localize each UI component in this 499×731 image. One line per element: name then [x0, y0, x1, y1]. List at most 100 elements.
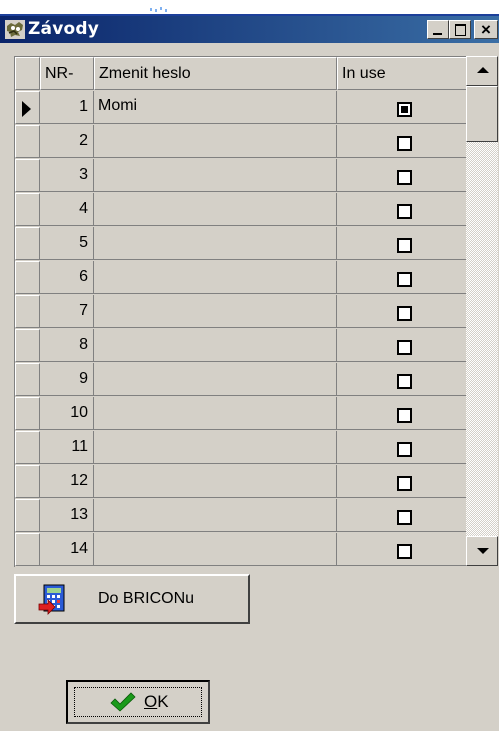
in-use-checkbox[interactable] — [397, 238, 412, 253]
in-use-checkbox[interactable] — [397, 204, 412, 219]
cell-name[interactable]: Momi — [94, 91, 337, 124]
data-grid[interactable]: NR- Zmenit heslo In use 1 Momi 2 3 4 5 6 7 8 9 10 1… — [14, 56, 467, 567]
in-use-checkbox[interactable] — [397, 442, 412, 457]
cell-nr-value: 2 — [79, 132, 88, 149]
cell-name[interactable] — [94, 431, 337, 464]
ok-focus-rect — [74, 687, 202, 717]
scroll-thumb[interactable] — [466, 86, 498, 142]
table-row[interactable]: 12 — [15, 465, 467, 499]
table-row[interactable]: 7 — [15, 295, 467, 329]
do-briconu-button[interactable]: Do BRICONu — [14, 574, 250, 624]
cell-nr[interactable]: 5 — [40, 227, 94, 260]
in-use-checkbox[interactable] — [397, 510, 412, 525]
cell-name[interactable] — [94, 193, 337, 226]
table-row[interactable]: 3 — [15, 159, 467, 193]
in-use-checkbox[interactable] — [397, 102, 412, 117]
cell-nr[interactable]: 9 — [40, 363, 94, 396]
table-row[interactable]: 2 — [15, 125, 467, 159]
cell-in-use — [337, 295, 467, 328]
cell-name[interactable] — [94, 533, 337, 566]
row-indicator[interactable] — [15, 363, 40, 396]
cell-name[interactable] — [94, 363, 337, 396]
cell-nr[interactable]: 7 — [40, 295, 94, 328]
row-indicator[interactable] — [15, 295, 40, 328]
in-use-checkbox[interactable] — [397, 340, 412, 355]
cell-name[interactable] — [94, 159, 337, 192]
cell-nr[interactable]: 14 — [40, 533, 94, 566]
in-use-checkbox[interactable] — [397, 544, 412, 559]
row-indicator[interactable] — [15, 159, 40, 192]
cell-nr[interactable]: 13 — [40, 499, 94, 532]
row-indicator[interactable] — [15, 431, 40, 464]
cell-name-value: Momi — [98, 97, 138, 114]
close-button[interactable]: × — [474, 20, 498, 39]
cell-name[interactable] — [94, 125, 337, 158]
cell-in-use — [337, 465, 467, 498]
cell-nr[interactable]: 1 — [40, 91, 94, 124]
cell-name[interactable] — [94, 295, 337, 328]
in-use-checkbox[interactable] — [397, 170, 412, 185]
row-indicator[interactable] — [15, 261, 40, 294]
in-use-checkbox[interactable] — [397, 476, 412, 491]
column-header-in-use[interactable]: In use — [337, 57, 467, 90]
row-indicator[interactable] — [15, 91, 40, 124]
cell-name[interactable] — [94, 465, 337, 498]
column-header-name[interactable]: Zmenit heslo — [94, 57, 337, 90]
title-bar[interactable]: Závody × — [0, 16, 499, 43]
scroll-up-button[interactable] — [466, 56, 498, 86]
cell-nr[interactable]: 2 — [40, 125, 94, 158]
table-row[interactable]: 14 — [15, 533, 467, 567]
table-row[interactable]: 6 — [15, 261, 467, 295]
row-indicator[interactable] — [15, 397, 40, 430]
cell-in-use — [337, 329, 467, 362]
cell-nr-value: 10 — [70, 404, 88, 421]
cell-name[interactable] — [94, 499, 337, 532]
cell-nr[interactable]: 4 — [40, 193, 94, 226]
minimize-button[interactable] — [427, 20, 449, 39]
column-header-nr[interactable]: NR- — [40, 57, 94, 90]
in-use-checkbox[interactable] — [397, 408, 412, 423]
row-indicator[interactable] — [15, 499, 40, 532]
cell-nr-value: 14 — [70, 540, 88, 557]
row-indicator[interactable] — [15, 329, 40, 362]
in-use-checkbox[interactable] — [397, 374, 412, 389]
arrow-up-icon — [477, 67, 489, 73]
row-indicator[interactable] — [15, 227, 40, 260]
table-row[interactable]: 9 — [15, 363, 467, 397]
table-row[interactable]: 10 — [15, 397, 467, 431]
row-indicator[interactable] — [15, 533, 40, 566]
table-row[interactable]: 8 — [15, 329, 467, 363]
row-indicator[interactable] — [15, 125, 40, 158]
table-row[interactable]: 1 Momi — [15, 91, 467, 125]
cell-nr[interactable]: 6 — [40, 261, 94, 294]
table-row[interactable]: 4 — [15, 193, 467, 227]
cell-nr[interactable]: 11 — [40, 431, 94, 464]
vertical-scrollbar[interactable] — [466, 56, 498, 566]
cell-name[interactable] — [94, 329, 337, 362]
row-indicator[interactable] — [15, 465, 40, 498]
maximize-button[interactable] — [449, 20, 471, 39]
cell-nr-value: 9 — [79, 370, 88, 387]
cell-name[interactable] — [94, 261, 337, 294]
in-use-checkbox[interactable] — [397, 306, 412, 321]
cell-nr[interactable]: 10 — [40, 397, 94, 430]
in-use-checkbox[interactable] — [397, 272, 412, 287]
ok-button[interactable]: OK — [66, 680, 210, 724]
table-row[interactable]: 11 — [15, 431, 467, 465]
cell-nr[interactable]: 8 — [40, 329, 94, 362]
cell-in-use — [337, 91, 467, 124]
cell-nr[interactable]: 12 — [40, 465, 94, 498]
row-indicator[interactable] — [15, 193, 40, 226]
cell-in-use — [337, 159, 467, 192]
cell-nr-value: 8 — [79, 336, 88, 353]
cell-in-use — [337, 125, 467, 158]
column-header-in-use-label: In use — [342, 65, 386, 82]
cell-name[interactable] — [94, 397, 337, 430]
cell-name[interactable] — [94, 227, 337, 260]
cell-nr[interactable]: 3 — [40, 159, 94, 192]
table-row[interactable]: 5 — [15, 227, 467, 261]
cell-in-use — [337, 193, 467, 226]
in-use-checkbox[interactable] — [397, 136, 412, 151]
table-row[interactable]: 13 — [15, 499, 467, 533]
scroll-down-button[interactable] — [466, 536, 498, 566]
